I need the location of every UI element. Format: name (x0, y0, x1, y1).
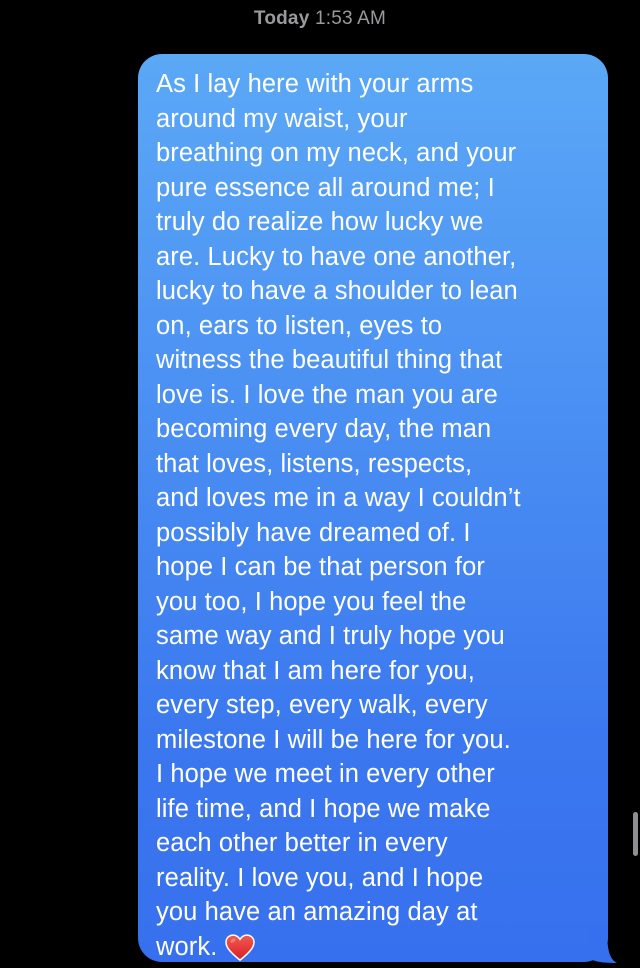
message-line: becoming every day, the man (156, 415, 492, 443)
message-line: breathing on my neck, and your (156, 139, 517, 167)
message-line: around my waist, your (156, 104, 408, 133)
message-line: same way and I truly hope you (156, 622, 505, 650)
message-line: hope I can be that person for (156, 553, 485, 581)
message-line: As I lay here with your arms (156, 70, 474, 98)
message-line: milestone I will be here for you. (156, 725, 511, 754)
message-line: and loves me in a way I couldn’t (156, 484, 521, 512)
scrollbar-thumb[interactable] (633, 812, 638, 856)
message-line: know that I am here for you, (156, 656, 475, 685)
message-line: truly do realize how lucky we (156, 208, 484, 236)
message-line: on, ears to listen, eyes to (156, 311, 443, 340)
message-last-line: work. (156, 930, 592, 963)
message-line: each other better in every (156, 829, 448, 857)
message-line: witness the beautiful thing that (156, 346, 503, 374)
bubble-tail (590, 928, 617, 963)
timestamp-time: 1:53 AM (314, 8, 387, 29)
heart-icon (225, 934, 256, 961)
message-line: possibly have dreamed of. I (156, 518, 471, 547)
message-line: you too, I hope you feel the (156, 587, 467, 616)
message-line: that loves, listens, respects, (156, 449, 473, 478)
message-timestamp: Today 1:53 AM (0, 8, 640, 30)
sent-message-bubble[interactable]: As I lay here with your arms around my w… (138, 54, 608, 962)
message-line: lucky to have a shoulder to lean (156, 277, 518, 305)
message-line: every step, every walk, every (156, 691, 488, 719)
message-line: I hope we meet in every other (156, 760, 495, 788)
message-line: work. (156, 932, 218, 961)
message-line: are. Lucky to have one another, (156, 242, 517, 271)
message-line: reality. I love you, and I hope (156, 863, 484, 892)
message-line: life time, and I hope we make (156, 794, 491, 823)
timestamp-day: Today (253, 8, 310, 29)
message-line: love is. I love the man you are (156, 380, 498, 409)
message-line: pure essence all around me; I (156, 173, 495, 202)
message-line: you have an amazing day at (156, 898, 478, 926)
